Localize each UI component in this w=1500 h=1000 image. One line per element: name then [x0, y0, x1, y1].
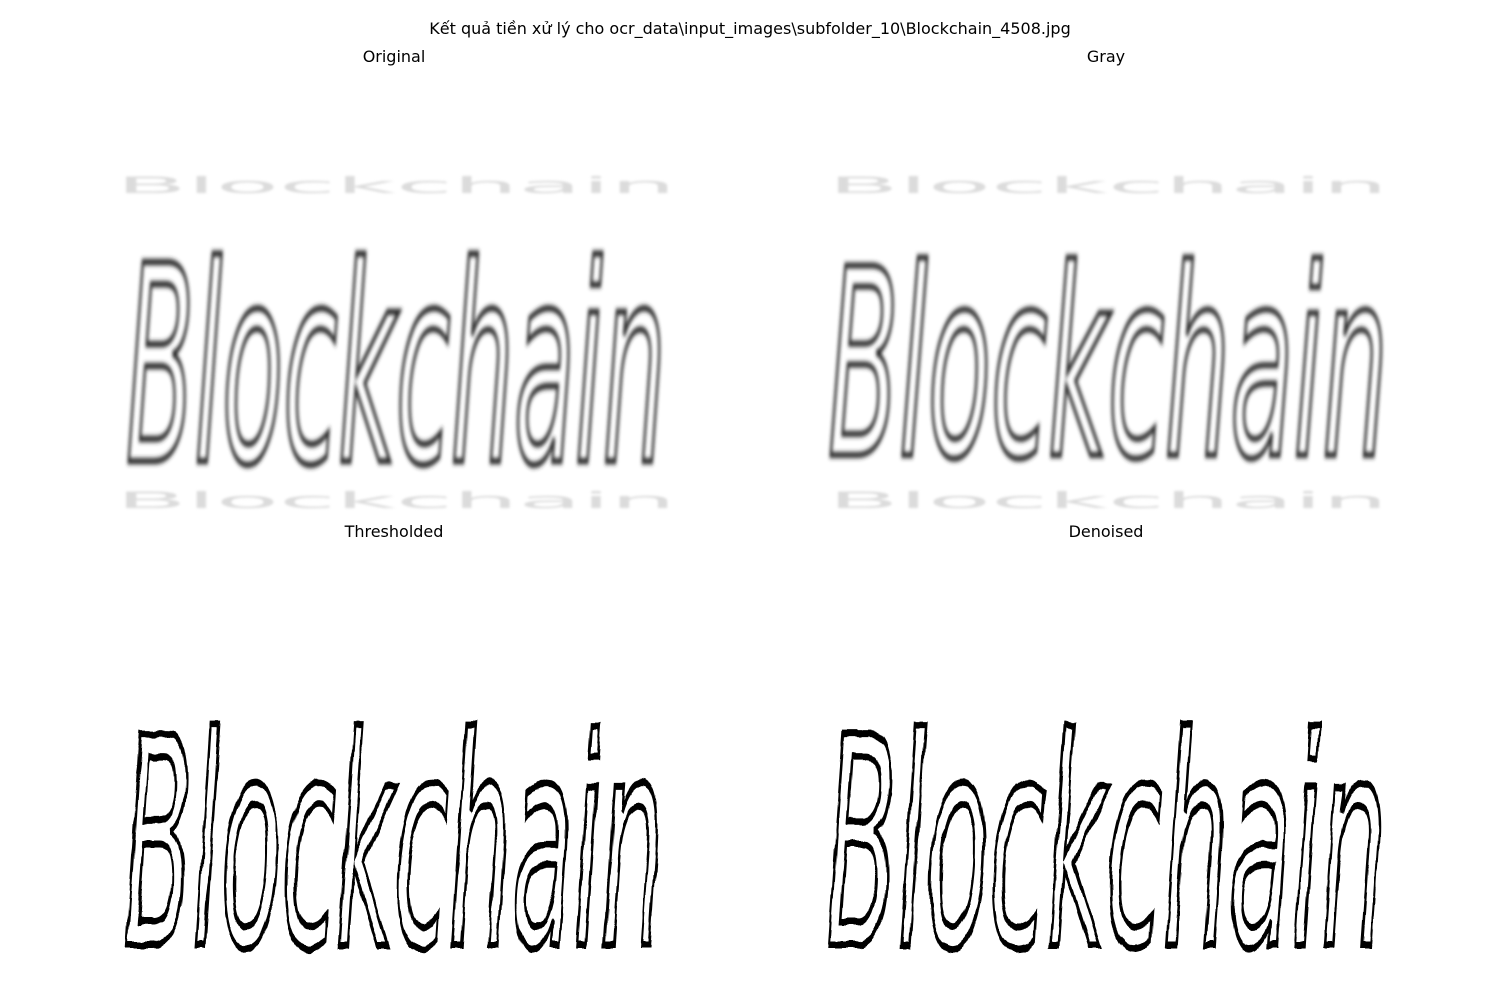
word-blockchain: Blockchain [121, 674, 668, 991]
ghost-text-bottom: Blockchain [828, 489, 1388, 514]
panel-title-thresholded: Thresholded [344, 522, 444, 541]
word-blockchain: Blockchain [123, 205, 669, 518]
thresholded-image: Blockchain [96, 640, 692, 991]
gray-word-graphic: Blockchain Blockchain Blockchain [825, 174, 1391, 518]
svg-text:Blockchain: Blockchain [116, 174, 676, 199]
word-blockchain: Blockchain [825, 212, 1391, 518]
svg-text:Blockchain: Blockchain [828, 174, 1388, 199]
denoised-image: Blockchain [808, 640, 1404, 991]
panel-title-denoised: Denoised [1068, 522, 1144, 541]
ghost-text-top: Blockchain [828, 174, 1388, 199]
thresholded-word-graphic: Blockchain [121, 674, 668, 991]
panel-original: Original Blockchain Blockchain Blockchai… [96, 47, 692, 518]
word-blockchain: Blockchain [823, 674, 1390, 991]
figure-suptitle: Kết quả tiền xử lý cho ocr_data\input_im… [429, 19, 1071, 38]
svg-text:Blockchain: Blockchain [828, 489, 1388, 514]
svg-text:Blockchain: Blockchain [828, 215, 1388, 517]
svg-text:Blockchain: Blockchain [124, 677, 664, 990]
ghost-text-top: Blockchain [116, 174, 676, 199]
svg-text:Blockchain: Blockchain [116, 489, 676, 514]
panel-denoised: Denoised Blockchain [808, 522, 1404, 992]
svg-text:Blockchain: Blockchain [126, 208, 666, 518]
gray-image: Blockchain Blockchain Blockchain [808, 173, 1404, 518]
original-image: Blockchain Blockchain Blockchain [96, 173, 692, 518]
panel-thresholded: Thresholded Blockchain [96, 522, 692, 992]
svg-text:Blockchain: Blockchain [826, 677, 1386, 990]
panel-gray: Gray Blockchain Blockchain Blockchain [808, 47, 1404, 518]
panel-title-gray: Gray [1086, 47, 1126, 66]
panel-title-original: Original [362, 47, 426, 66]
original-word-graphic: Blockchain Blockchain Blockchain [116, 174, 676, 518]
ghost-text-bottom: Blockchain [116, 489, 676, 514]
denoised-word-graphic: Blockchain [823, 674, 1390, 991]
